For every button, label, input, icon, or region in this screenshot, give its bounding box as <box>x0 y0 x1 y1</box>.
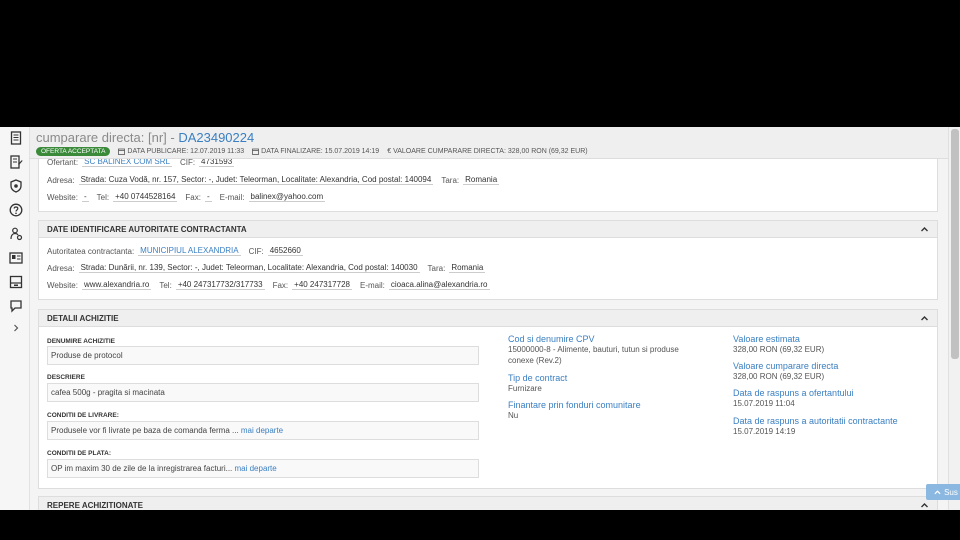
procedure-id-link[interactable]: DA23490224 <box>178 130 254 145</box>
help-icon[interactable] <box>9 203 23 217</box>
autoritate-panel-header[interactable]: DATE IDENTIFICARE AUTORITATE CONTRACTANT… <box>39 221 937 238</box>
denumire-label: DENUMIRE ACHIZITIE <box>47 338 116 345</box>
cpv-line1: 15000000-8 - Alimente, bauturi, tutun si… <box>508 345 679 354</box>
tip-contract-value: Furnizare <box>508 384 542 393</box>
autoritate-tel: +40 247317732/317733 <box>175 280 265 290</box>
autoritate-adresa-row: Adresa: Strada: Dunării, nr. 139, Sector… <box>47 263 486 273</box>
fonduri-label: Finantare prin fonduri comunitare <box>508 400 641 410</box>
shield-icon[interactable] <box>9 179 23 193</box>
repere-panel: REPERE ACHIZITIONATE <box>38 496 938 510</box>
descriere-field: cafea 500g - pragita si macinata <box>47 383 479 402</box>
ofertant-email: balinex@yahoo.com <box>248 192 326 202</box>
val-estimata-label: Valoare estimata <box>733 334 800 344</box>
val-estimata-value: 328,00 RON (69,32 EUR) <box>733 345 825 354</box>
tip-contract-label: Tip de contract <box>508 373 568 383</box>
rasp-autoritate-value: 15.07.2019 14:19 <box>733 427 796 436</box>
cpv-label: Cod si denumire CPV <box>508 334 595 344</box>
ofertant-tara: Romania <box>463 175 500 185</box>
val-cd-value: 328,00 RON (69,32 EUR) <box>733 372 825 381</box>
rasp-ofertant-value: 15.07.2019 11:04 <box>733 399 795 408</box>
archive-icon[interactable] <box>9 275 23 289</box>
calendar-icon <box>118 148 126 155</box>
page-header: cumparare directa: [nr] - DA23490224 OFE… <box>30 127 948 159</box>
data-finalizare: DATA FINALIZARE: 15.07.2019 14:19 <box>252 148 379 155</box>
vertical-scrollbar[interactable] <box>948 127 960 510</box>
autoritate-row: Autoritatea contractanta: MUNICIPIUL ALE… <box>47 246 303 256</box>
header-meta: OFERTA ACCEPTATA DATA PUBLICARE: 12.07.2… <box>36 146 596 157</box>
repere-panel-header[interactable]: REPERE ACHIZITIONATE <box>39 497 937 510</box>
autoritate-adresa: Strada: Dunării, nr. 139, Sector: -, Jud… <box>78 263 420 273</box>
expand-chevron-icon[interactable] <box>9 321 23 335</box>
ofertant-adresa: Strada: Cuza Vodă, nr. 157, Sector: -, J… <box>78 175 434 185</box>
autoritate-tara: Romania <box>449 263 486 273</box>
calendar-icon <box>252 148 260 155</box>
collapse-chevron-icon[interactable] <box>920 314 929 323</box>
livrare-label: CONDITII DE LIVRARE: <box>47 412 119 419</box>
denumire-field: Produse de protocol <box>47 346 479 365</box>
document-icon[interactable] <box>9 131 23 145</box>
list-edit-icon[interactable] <box>9 155 23 169</box>
rasp-ofertant-label: Data de raspuns a ofertantului <box>733 388 854 398</box>
autoritate-cif: 4652660 <box>267 246 303 256</box>
detalii-panel-header[interactable]: DETALII ACHIZITIE <box>39 310 937 327</box>
collapse-chevron-icon[interactable] <box>920 225 929 234</box>
autoritate-panel: DATE IDENTIFICARE AUTORITATE CONTRACTANT… <box>38 220 938 300</box>
val-cd-label: Valoare cumparare directa <box>733 361 839 371</box>
ofertant-website: - <box>81 192 89 202</box>
scroll-top-button[interactable]: Sus <box>926 484 960 500</box>
euro-icon: € <box>387 148 392 155</box>
plata-more-link[interactable]: mai departe <box>234 464 276 473</box>
autoritate-email: cioaca.alina@alexandria.ro <box>388 280 490 290</box>
ofertant-contact-row: Website: - Tel: +40 0744528164 Fax: - E-… <box>47 192 326 202</box>
chat-icon[interactable] <box>9 299 23 313</box>
autoritate-fax: +40 247317728 <box>292 280 352 290</box>
cpv-line2: conexe (Rev.2) <box>508 356 562 365</box>
rasp-autoritate-label: Data de raspuns a autoritatii contractan… <box>733 416 898 426</box>
main-content: Ofertant: SC BALINEX COM SRL CIF: 473159… <box>30 127 960 510</box>
autoritate-name-link[interactable]: MUNICIPIUL ALEXANDRIA <box>138 246 241 256</box>
sidebar <box>0 127 30 510</box>
ofertant-tel: +40 0744528164 <box>113 192 178 202</box>
detalii-panel: DETALII ACHIZITIE DENUMIRE ACHIZITIE Pro… <box>38 309 938 489</box>
card-icon[interactable] <box>9 251 23 265</box>
scrollbar-thumb[interactable] <box>951 129 959 359</box>
livrare-more-link[interactable]: mai departe <box>241 426 283 435</box>
valoare-cumparare: € VALOARE CUMPARARE DIRECTA: 328,00 RON … <box>387 148 588 155</box>
page-title: cumparare directa: [nr] - DA23490224 <box>36 130 255 145</box>
plata-label: CONDITII DE PLATA: <box>47 450 112 457</box>
chevron-up-icon <box>934 489 941 494</box>
ofertant-fax: - <box>204 192 212 202</box>
data-publicare: DATA PUBLICARE: 12.07.2019 11:33 <box>118 148 244 155</box>
user-settings-icon[interactable] <box>9 227 23 241</box>
app-screen: Ofertant: SC BALINEX COM SRL CIF: 473159… <box>0 127 960 510</box>
livrare-field: Produsele vor fi livrate pe baza de coma… <box>47 421 479 440</box>
descriere-label: DESCRIERE <box>47 374 85 381</box>
autoritate-contact-row: Website: www.alexandria.ro Tel: +40 2473… <box>47 280 490 290</box>
fonduri-value: Nu <box>508 411 519 420</box>
plata-field: OP im maxim 30 de zile de la inregistrar… <box>47 459 479 478</box>
autoritate-website: www.alexandria.ro <box>81 280 152 290</box>
status-badge: OFERTA ACCEPTATA <box>36 147 111 156</box>
ofertant-adresa-row: Adresa: Strada: Cuza Vodă, nr. 157, Sect… <box>47 175 500 185</box>
collapse-chevron-icon[interactable] <box>920 501 929 510</box>
